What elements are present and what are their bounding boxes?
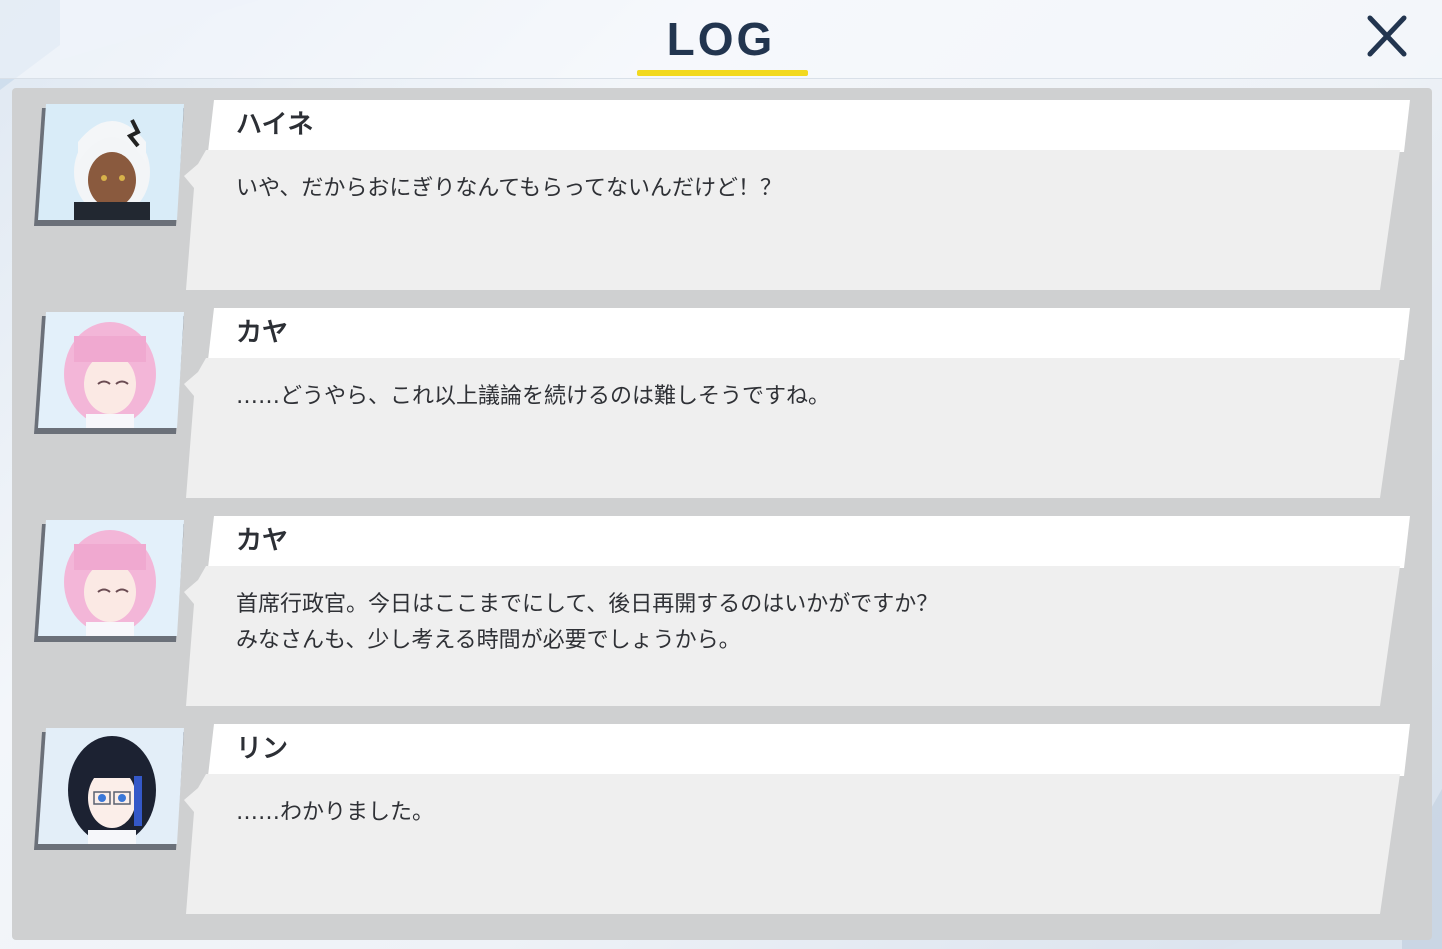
- log-entry: ハイネ いや、だからおにぎりなんてもらってないんだけど！？: [12, 88, 1432, 290]
- log-list[interactable]: ハイネ いや、だからおにぎりなんてもらってないんだけど！？ カヤ ……どうやら、…: [12, 88, 1432, 940]
- avatar: [34, 726, 184, 850]
- title-underline: [637, 70, 808, 76]
- avatar: [34, 102, 184, 226]
- message-text: みなさんも、少し考える時間が必要でしょうから。: [236, 628, 741, 653]
- message-text: ……どうやら、これ以上議論を続けるのは難しそうですね。: [236, 384, 831, 409]
- message-text: 首席行政官。今日はここまでにして、後日再開するのはいかがですか？: [236, 592, 939, 617]
- log-entry: リン ……わかりました。: [12, 712, 1432, 914]
- portrait-pink-hair-icon: [34, 312, 184, 434]
- close-button[interactable]: [1360, 10, 1412, 62]
- page-title: LOG: [666, 13, 776, 65]
- avatar: [34, 518, 184, 642]
- speaker-name: リン: [236, 734, 289, 764]
- portrait-white-hair-icon: [34, 104, 184, 226]
- message-bubble: ハイネ いや、だからおにぎりなんてもらってないんだけど！？: [184, 98, 1414, 294]
- message-bubble: カヤ 首席行政官。今日はここまでにして、後日再開するのはいかがですか？ みなさん…: [184, 514, 1414, 710]
- speaker-name: カヤ: [236, 318, 289, 348]
- log-entry: カヤ 首席行政官。今日はここまでにして、後日再開するのはいかがですか？ みなさん…: [12, 504, 1432, 706]
- portrait-black-hair-icon: [34, 728, 184, 850]
- speaker-name: ハイネ: [236, 110, 314, 140]
- portrait-pink-hair-icon: [34, 520, 184, 642]
- message-text: ……わかりました。: [236, 800, 435, 825]
- close-icon: [1367, 15, 1407, 57]
- log-header: LOG: [0, 0, 1442, 79]
- message-bubble: カヤ ……どうやら、これ以上議論を続けるのは難しそうですね。: [184, 306, 1414, 502]
- log-entry: カヤ ……どうやら、これ以上議論を続けるのは難しそうですね。: [12, 296, 1432, 498]
- message-bubble: リン ……わかりました。: [184, 722, 1414, 918]
- speaker-name: カヤ: [236, 526, 289, 556]
- message-text: いや、だからおにぎりなんてもらってないんだけど！？: [236, 176, 783, 201]
- avatar: [34, 310, 184, 434]
